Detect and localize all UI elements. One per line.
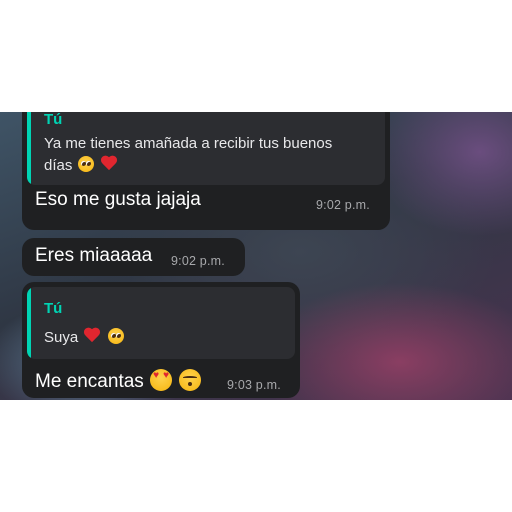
red-heart-emoji bbox=[83, 328, 101, 344]
reply-quote[interactable]: Tú Suya bbox=[27, 287, 295, 359]
message-bubble[interactable]: Tú Ya me tienes amañada a recibir tus bu… bbox=[22, 112, 390, 230]
reply-text-line: Suya bbox=[44, 329, 79, 346]
message-text: Eres miaaaaa bbox=[35, 245, 153, 266]
reply-text-line: Ya me tienes amañada a recibir tus bueno… bbox=[44, 135, 333, 152]
pleading-face-emoji bbox=[77, 156, 94, 172]
chat-background: Tú Ya me tienes amañada a recibir tus bu… bbox=[0, 112, 512, 400]
pleading-face-emoji bbox=[107, 328, 124, 344]
reply-author: Tú bbox=[44, 112, 63, 128]
reply-quote-bar bbox=[27, 287, 31, 359]
reply-author: Tú bbox=[44, 300, 63, 317]
reply-text: Suya bbox=[44, 327, 125, 349]
message-text: Me encantas bbox=[35, 369, 202, 393]
message-text: Eso me gusta jajaja bbox=[35, 189, 201, 210]
message-bubble[interactable]: Eres miaaaaa 9:02 p.m. bbox=[22, 238, 245, 276]
reply-quote[interactable]: Tú Ya me tienes amañada a recibir tus bu… bbox=[27, 112, 385, 185]
message-timestamp: 9:02 p.m. bbox=[171, 254, 225, 268]
message-bubble[interactable]: Tú Suya Me encantas 9:03 p.m. bbox=[22, 282, 300, 398]
red-heart-emoji bbox=[100, 156, 118, 172]
message-timestamp: 9:02 p.m. bbox=[316, 198, 370, 212]
message-text-content: Me encantas bbox=[35, 371, 144, 392]
heart-eyes-emoji bbox=[150, 369, 173, 391]
reply-text-line: días bbox=[44, 157, 73, 174]
reply-text: Ya me tienes amañada a recibir tus bueno… bbox=[44, 133, 384, 177]
reply-quote-bar bbox=[27, 112, 31, 185]
kissing-face-emoji bbox=[179, 369, 202, 391]
message-timestamp: 9:03 p.m. bbox=[227, 378, 281, 392]
